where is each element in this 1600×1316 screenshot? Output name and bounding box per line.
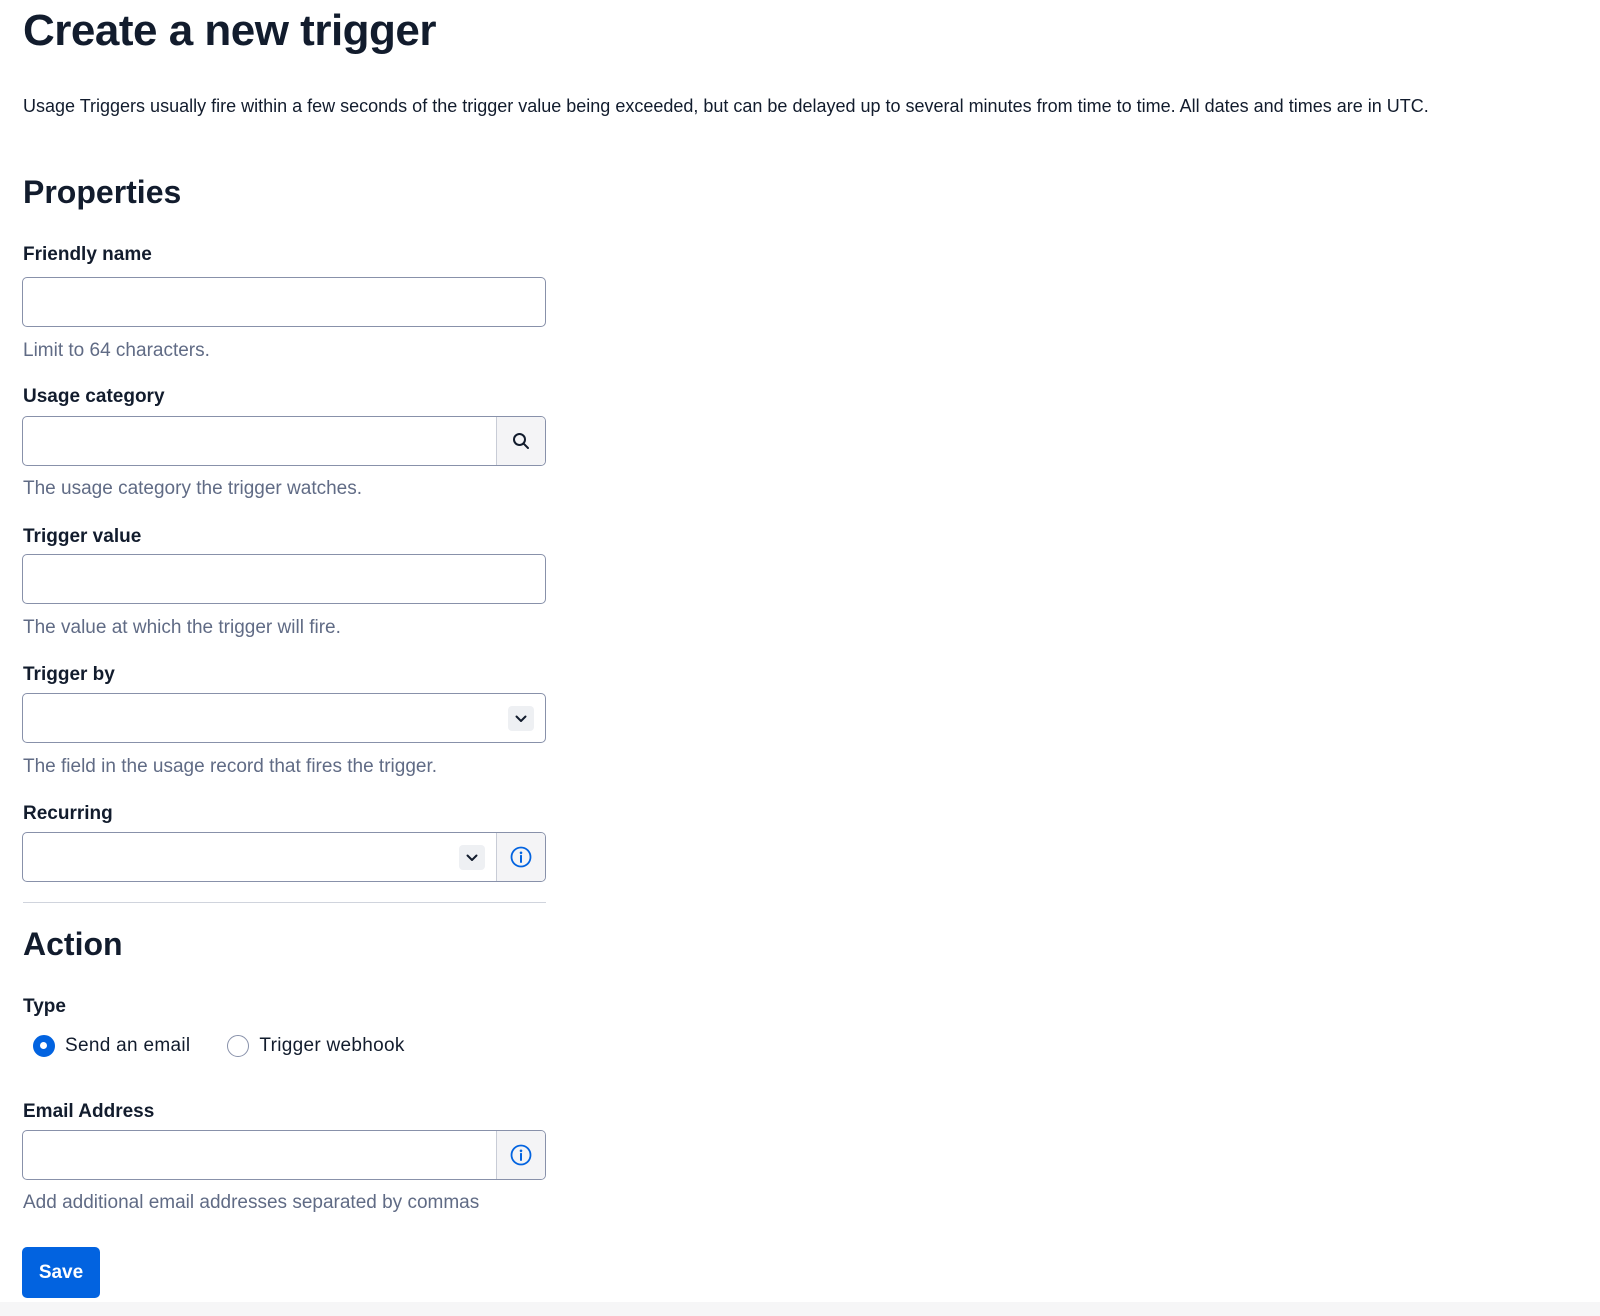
radio-trigger-webhook[interactable]: Trigger webhook — [227, 1035, 404, 1057]
page-title: Create a new trigger — [23, 6, 437, 55]
trigger-by-value — [23, 694, 545, 742]
footer-shade — [0, 1302, 1600, 1316]
radio-send-email-control[interactable] — [33, 1035, 55, 1057]
email-address-label: Email Address — [23, 1101, 155, 1122]
recurring-info-button[interactable] — [496, 833, 545, 881]
trigger-by-label: Trigger by — [23, 664, 115, 685]
friendly-name-input[interactable] — [23, 278, 545, 326]
usage-category-label: Usage category — [23, 386, 165, 407]
usage-category-help: The usage category the trigger watches. — [23, 478, 363, 499]
radio-trigger-webhook-label: Trigger webhook — [259, 1035, 405, 1056]
friendly-name-help: Limit to 64 characters. — [23, 340, 210, 361]
trigger-value-label: Trigger value — [23, 526, 142, 547]
action-heading: Action — [23, 926, 123, 962]
type-label: Type — [23, 996, 66, 1017]
usage-category-field — [22, 416, 546, 466]
section-divider — [23, 902, 546, 903]
chevron-down-icon — [459, 845, 485, 870]
recurring-label: Recurring — [23, 803, 113, 824]
trigger-value-input[interactable] — [23, 555, 545, 603]
create-trigger-page: Create a new trigger Usage Triggers usua… — [0, 0, 1600, 1316]
search-icon — [513, 433, 529, 449]
trigger-by-select[interactable] — [22, 693, 546, 743]
radio-trigger-webhook-control[interactable] — [227, 1035, 250, 1057]
trigger-value-field — [22, 554, 546, 604]
chevron-down-icon — [508, 706, 534, 731]
friendly-name-field — [22, 277, 546, 327]
recurring-field — [22, 832, 546, 882]
trigger-by-help: The field in the usage record that fires… — [23, 756, 438, 777]
usage-category-input[interactable] — [23, 417, 496, 465]
trigger-value-help: The value at which the trigger will fire… — [23, 617, 341, 638]
properties-heading: Properties — [23, 174, 182, 210]
action-type-radio-group: Send an email Trigger webhook — [33, 1035, 442, 1057]
info-icon — [510, 1144, 532, 1166]
radio-send-email-label: Send an email — [65, 1035, 191, 1056]
email-address-input[interactable] — [23, 1131, 496, 1179]
info-icon — [510, 846, 532, 868]
email-info-button[interactable] — [496, 1131, 545, 1179]
usage-category-search-button[interactable] — [496, 417, 545, 465]
intro-text: Usage Triggers usually fire within a few… — [23, 96, 1429, 116]
friendly-name-label: Friendly name — [23, 244, 152, 265]
email-address-help: Add additional email addresses separated… — [23, 1192, 480, 1213]
radio-send-email[interactable]: Send an email — [33, 1035, 190, 1057]
save-button[interactable]: Save — [22, 1247, 100, 1298]
email-address-field — [22, 1130, 546, 1180]
recurring-select[interactable] — [23, 833, 496, 881]
